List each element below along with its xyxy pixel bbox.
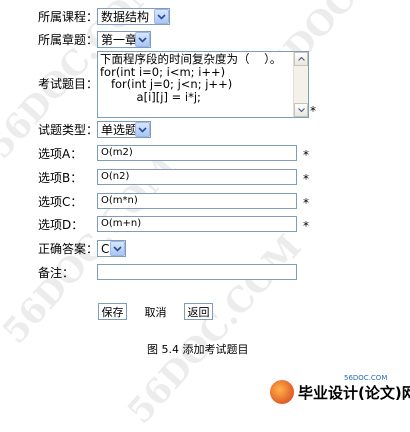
correct-answer-value: C (101, 241, 110, 256)
option-b-label: 选项B： (38, 171, 83, 185)
required-mark: * (303, 196, 309, 210)
correct-answer-select[interactable]: C (97, 240, 126, 257)
course-label: 所属课程： (38, 10, 99, 24)
save-button[interactable]: 保存 (98, 303, 127, 320)
course-select[interactable]: 数据结构 (97, 8, 170, 25)
logo-text: 毕业设计(论文)网 (298, 383, 410, 402)
question-textarea[interactable]: 下面程序段的时间复杂度为（ ）。 for(int i=0; i<m; i++) … (97, 51, 309, 118)
logo-badge-icon (270, 380, 294, 404)
required-mark: * (303, 148, 309, 162)
chapter-label: 所属章题： (38, 33, 99, 47)
chevron-down-icon[interactable] (135, 32, 150, 47)
option-a-label: 选项A： (38, 147, 83, 161)
remark-label: 备注： (38, 266, 75, 280)
site-logo: 毕业设计(论文)网 56DOC.COM (270, 374, 410, 404)
correct-answer-label: 正确答案： (38, 242, 99, 256)
question-text: 下面程序段的时间复杂度为（ ）。 for(int i=0; i<m; i++) … (100, 53, 282, 104)
required-mark: * (310, 104, 316, 118)
question-type-value: 单选题 (101, 123, 135, 137)
option-b-input[interactable]: O(n2) (97, 169, 297, 185)
arrow-down-icon[interactable] (294, 103, 308, 117)
question-label: 考试题目： (38, 77, 99, 91)
option-a-input[interactable]: O(m2) (97, 145, 297, 161)
remark-input[interactable] (97, 264, 297, 280)
chapter-select-value: 第一章 (101, 33, 135, 47)
course-select-value: 数据结构 (101, 10, 150, 24)
logo-site-text: 56DOC.COM (344, 374, 388, 382)
back-button[interactable]: 返回 (184, 303, 213, 320)
cancel-button[interactable]: 取消 (141, 303, 170, 320)
option-d-input[interactable]: O(m+n) (97, 216, 297, 232)
required-mark: * (303, 219, 309, 233)
chevron-down-icon[interactable] (154, 9, 169, 24)
option-c-input[interactable]: O(m*n) (97, 193, 297, 209)
arrow-up-icon[interactable] (294, 52, 308, 66)
figure-caption: 图 5.4 添加考试题目 (147, 343, 249, 356)
question-type-label: 试题类型： (38, 123, 99, 137)
textarea-scrollbar[interactable] (293, 52, 308, 117)
chapter-select[interactable]: 第一章 (97, 31, 151, 48)
chevron-down-icon[interactable] (135, 122, 150, 137)
required-mark: * (303, 172, 309, 186)
option-d-label: 选项D： (38, 218, 84, 232)
chevron-down-icon[interactable] (110, 241, 125, 256)
question-type-select[interactable]: 单选题 (97, 121, 151, 138)
option-c-label: 选项C： (38, 195, 83, 209)
